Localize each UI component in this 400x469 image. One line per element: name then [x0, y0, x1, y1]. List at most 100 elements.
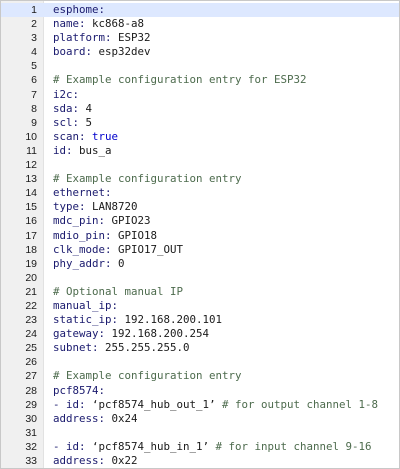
- code-text: name: kc868-a8: [53, 17, 397, 31]
- code-key: ethernet:: [53, 186, 112, 200]
- code-line[interactable]: 21 # Optional manual IP: [1, 285, 399, 299]
- code-text: scan: true: [53, 130, 397, 144]
- code-line[interactable]: 30 address: 0x24: [1, 412, 399, 426]
- code-line[interactable]: 5: [1, 59, 399, 73]
- code-text: type: LAN8720: [53, 200, 397, 214]
- code-text: subnet: 255.255.255.0: [53, 341, 397, 355]
- code-key: name:: [53, 17, 93, 31]
- code-key: - id:: [53, 397, 93, 411]
- code-comment: # for output channel 1-8: [222, 397, 379, 411]
- code-value: GPIO17_OUT: [118, 242, 184, 256]
- code-text: pcf8574:: [53, 384, 397, 398]
- code-key: subnet:: [53, 341, 106, 355]
- code-text: address: 0x22: [53, 454, 397, 468]
- line-number: 3: [31, 32, 37, 45]
- code-line[interactable]: 26: [1, 355, 399, 369]
- code-line[interactable]: 25 subnet: 255.255.255.0: [1, 341, 399, 355]
- line-number: 6: [31, 74, 37, 87]
- code-line[interactable]: 19 phy_addr: 0: [1, 257, 399, 271]
- code-line[interactable]: 32 - id: ‘pcf8574_hub_in_1’ # for input c…: [1, 440, 399, 454]
- line-number: 30: [25, 412, 37, 425]
- code-text: static_ip: 192.168.200.101: [53, 313, 397, 327]
- code-key: manual_ip:: [53, 298, 119, 312]
- code-line[interactable]: 24 gateway: 192.168.200.254: [1, 327, 399, 341]
- code-line[interactable]: 7 i2c:: [1, 88, 399, 102]
- code-text: mdc_pin: GPIO23: [53, 214, 397, 228]
- code-key: clk_mode:: [53, 242, 119, 256]
- code-value: 4: [85, 101, 93, 115]
- line-number: 14: [25, 187, 37, 200]
- code-key: sda:: [53, 101, 86, 115]
- code-value: ‘pcf8574_hub_out_1’: [92, 397, 223, 411]
- code-line[interactable]: 1 esphome:: [1, 3, 399, 18]
- line-number: 25: [25, 342, 37, 355]
- code-line[interactable]: 6 # Example configuration entry for ESP32: [1, 73, 399, 87]
- line-number: 15: [25, 201, 37, 214]
- line-number: 10: [25, 130, 37, 143]
- line-number: 32: [25, 440, 37, 453]
- code-value: GPIO18: [118, 228, 158, 242]
- code-text: esphome:: [53, 3, 397, 17]
- code-editor[interactable]: 1 esphome: 2 name: kc868-a8 3 platform: ESP32…: [0, 0, 400, 469]
- code-line[interactable]: 4 board: esp32dev: [1, 45, 399, 59]
- code-key: address:: [53, 411, 112, 425]
- code-line[interactable]: 11 id: bus_a: [1, 144, 399, 158]
- code-text: i2c:: [53, 88, 397, 102]
- line-number: 11: [26, 144, 37, 157]
- line-number: 7: [31, 88, 37, 101]
- line-number: 8: [31, 102, 37, 115]
- code-key: board:: [53, 45, 99, 59]
- code-text: - id: ‘pcf8574_hub_in_1’ # for input cha…: [53, 440, 397, 454]
- code-text: # Example configuration entry for ESP32: [53, 73, 397, 87]
- code-line[interactable]: 27 # Example configuration entry: [1, 369, 399, 383]
- line-number: 28: [25, 384, 37, 397]
- code-line[interactable]: 23 static_ip: 192.168.200.101: [1, 313, 399, 327]
- code-text: gateway: 192.168.200.254: [53, 327, 397, 341]
- line-number: 20: [25, 271, 37, 284]
- code-line[interactable]: 3 platform: ESP32: [1, 31, 399, 45]
- code-value: true: [92, 129, 119, 143]
- line-number: 9: [31, 116, 37, 129]
- code-lines: 1 esphome: 2 name: kc868-a8 3 platform: ESP32…: [1, 3, 399, 468]
- code-line[interactable]: 2 name: kc868-a8: [1, 17, 399, 31]
- line-number: 13: [25, 173, 37, 186]
- code-line[interactable]: 17 mdio_pin: GPIO18: [1, 229, 399, 243]
- line-number: 18: [25, 243, 37, 256]
- code-line[interactable]: 31: [1, 426, 399, 440]
- code-line[interactable]: 28 pcf8574:: [1, 384, 399, 398]
- code-line[interactable]: 8 sda: 4: [1, 102, 399, 116]
- code-line[interactable]: 12: [1, 158, 399, 172]
- code-line[interactable]: 22 manual_ip:: [1, 299, 399, 313]
- code-line[interactable]: 29 - id: ‘pcf8574_hub_out_1’ # for output…: [1, 398, 399, 412]
- code-line[interactable]: 13 # Example configuration entry: [1, 172, 399, 186]
- code-line[interactable]: 15 type: LAN8720: [1, 200, 399, 214]
- code-key: gateway:: [53, 327, 112, 341]
- code-value: 0x22: [111, 454, 138, 467]
- code-value: 192.168.200.101: [124, 313, 223, 327]
- code-text: # Example configuration entry: [53, 369, 397, 383]
- code-line[interactable]: 14 ethernet:: [1, 186, 399, 200]
- code-line[interactable]: 18 clk_mode: GPIO17_OUT: [1, 243, 399, 257]
- code-key: address:: [53, 454, 112, 467]
- code-key: i2c:: [53, 87, 80, 101]
- code-line[interactable]: 9 scl: 5: [1, 116, 399, 130]
- code-value: GPIO23: [111, 214, 151, 228]
- code-text: address: 0x24: [53, 412, 397, 426]
- code-text: clk_mode: GPIO17_OUT: [53, 243, 397, 257]
- code-key: pcf8574:: [53, 383, 106, 397]
- code-text: platform: ESP32: [53, 31, 397, 45]
- code-key: mdio_pin:: [53, 228, 119, 242]
- code-comment: # Optional manual IP: [53, 284, 184, 298]
- code-comment: # Example configuration entry for ESP32: [53, 73, 307, 87]
- code-text: sda: 4: [53, 102, 397, 116]
- line-number: 5: [31, 60, 37, 73]
- code-text: # Optional manual IP: [53, 285, 397, 299]
- code-line[interactable]: 20: [1, 271, 399, 285]
- line-number: 4: [31, 46, 37, 59]
- code-line[interactable]: 16 mdc_pin: GPIO23: [1, 214, 399, 228]
- code-line[interactable]: 33 address: 0x22: [1, 454, 399, 468]
- code-key: esphome:: [53, 3, 106, 16]
- line-number: 17: [25, 229, 37, 242]
- code-line[interactable]: 10 scan: true: [1, 130, 399, 144]
- line-number: 24: [25, 328, 37, 341]
